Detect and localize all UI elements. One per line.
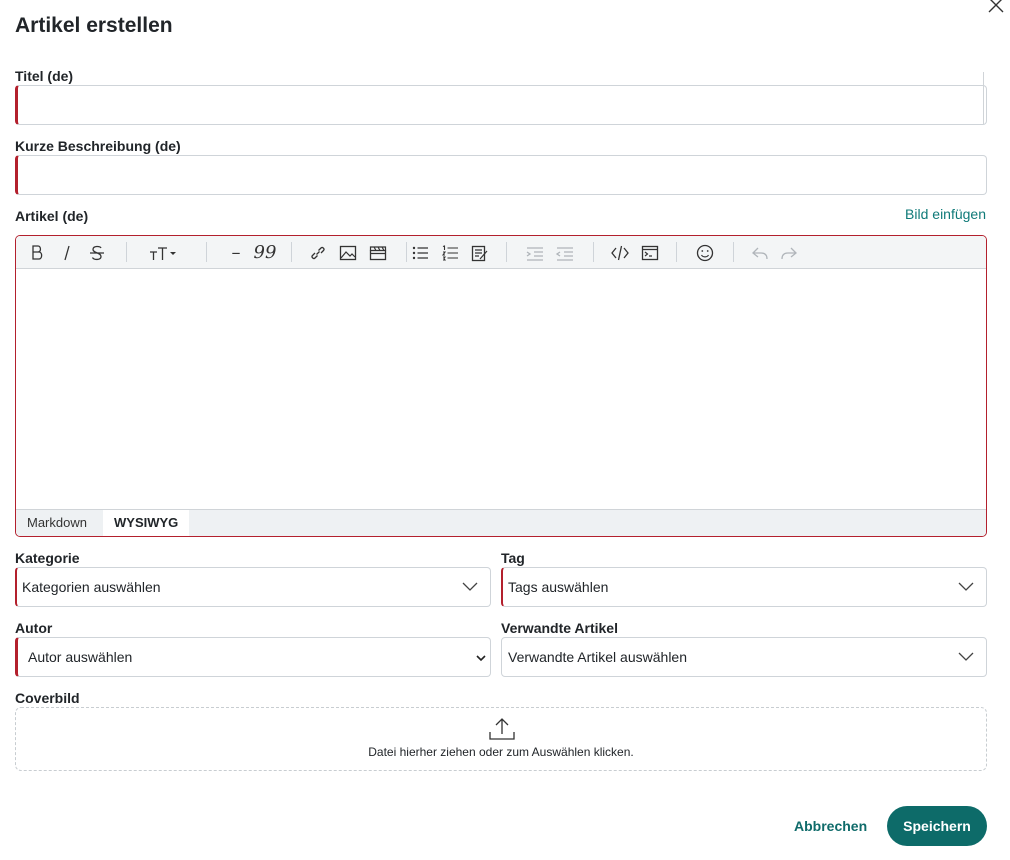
italic-icon[interactable]	[55, 241, 79, 265]
cancel-button[interactable]: Abbrechen	[794, 818, 867, 834]
tag-label: Tag	[501, 550, 525, 566]
toolbar-separator	[206, 242, 207, 262]
bullet-list-icon[interactable]	[408, 241, 432, 265]
cover-image-dropzone[interactable]: Datei hierher ziehen oder zum Auswählen …	[15, 707, 987, 771]
related-articles-select[interactable]: Verwandte Artikel auswählen	[501, 637, 987, 677]
toolbar-separator	[676, 242, 677, 262]
related-articles-select-value: Verwandte Artikel auswählen	[508, 649, 687, 665]
emoji-icon[interactable]	[693, 241, 717, 265]
horizontal-rule-icon[interactable]: –	[224, 241, 248, 265]
toolbar-separator	[126, 242, 127, 262]
task-list-icon[interactable]	[468, 241, 492, 265]
chevron-down-icon	[958, 582, 974, 591]
save-button[interactable]: Speichern	[887, 806, 987, 846]
editor-mode-bar: Markdown WYSIWYG	[16, 509, 986, 536]
title-input[interactable]	[15, 85, 987, 125]
chevron-down-icon	[958, 652, 974, 661]
redo-icon[interactable]	[777, 241, 801, 265]
category-label: Kategorie	[15, 550, 80, 566]
dropzone-text: Datei hierher ziehen oder zum Auswählen …	[368, 745, 634, 759]
related-articles-label: Verwandte Artikel	[501, 620, 618, 636]
heading-icon[interactable]	[148, 241, 178, 265]
bold-icon[interactable]	[25, 241, 49, 265]
toolbar-separator	[733, 242, 734, 262]
tab-markdown[interactable]: Markdown	[16, 510, 98, 536]
tag-select-value: Tags auswählen	[508, 579, 609, 595]
short-description-label: Kurze Beschreibung (de)	[15, 138, 181, 154]
ordered-list-icon[interactable]	[438, 241, 462, 265]
author-select-value: Autor auswählen	[28, 649, 133, 665]
category-select[interactable]: Kategorien auswählen	[15, 567, 491, 607]
editor-content-area[interactable]	[16, 269, 986, 509]
editor-toolbar: – 99	[16, 236, 986, 269]
author-select[interactable]: Autor auswählen	[15, 637, 491, 677]
close-icon[interactable]	[985, 0, 1007, 16]
tag-select[interactable]: Tags auswählen	[501, 567, 987, 607]
toolbar-separator	[291, 242, 292, 262]
article-label: Artikel (de)	[15, 208, 89, 224]
upload-icon	[489, 718, 515, 740]
toolbar-separator	[406, 242, 407, 262]
outdent-icon[interactable]	[553, 241, 577, 265]
undo-icon[interactable]	[748, 241, 772, 265]
category-select-value: Kategorien auswählen	[22, 579, 161, 595]
horizontal-rule-glyph: –	[231, 242, 241, 263]
toolbar-separator	[506, 242, 507, 262]
image-icon[interactable]	[336, 241, 360, 265]
dialog-title: Artikel erstellen	[15, 14, 173, 37]
cover-image-label: Coverbild	[15, 690, 80, 706]
author-label: Autor	[15, 620, 53, 636]
chevron-down-icon	[476, 655, 486, 662]
title-label: Titel (de)	[15, 68, 74, 84]
scrollbar-track	[983, 72, 984, 124]
indent-icon[interactable]	[523, 241, 547, 265]
code-block-icon[interactable]	[638, 241, 662, 265]
link-icon[interactable]	[306, 241, 330, 265]
quote-glyph: 99	[253, 242, 277, 263]
code-icon[interactable]	[608, 241, 632, 265]
video-icon[interactable]	[366, 241, 390, 265]
article-editor[interactable]: – 99 Markdown WYSIWYG	[15, 235, 987, 537]
chevron-down-icon	[462, 582, 478, 591]
strikethrough-icon[interactable]	[85, 241, 109, 265]
quote-icon[interactable]: 99	[252, 241, 278, 265]
toolbar-separator	[593, 242, 594, 262]
tab-wysiwyg[interactable]: WYSIWYG	[103, 510, 190, 536]
insert-image-link[interactable]: Bild einfügen	[905, 206, 986, 222]
short-description-input[interactable]	[15, 155, 987, 195]
